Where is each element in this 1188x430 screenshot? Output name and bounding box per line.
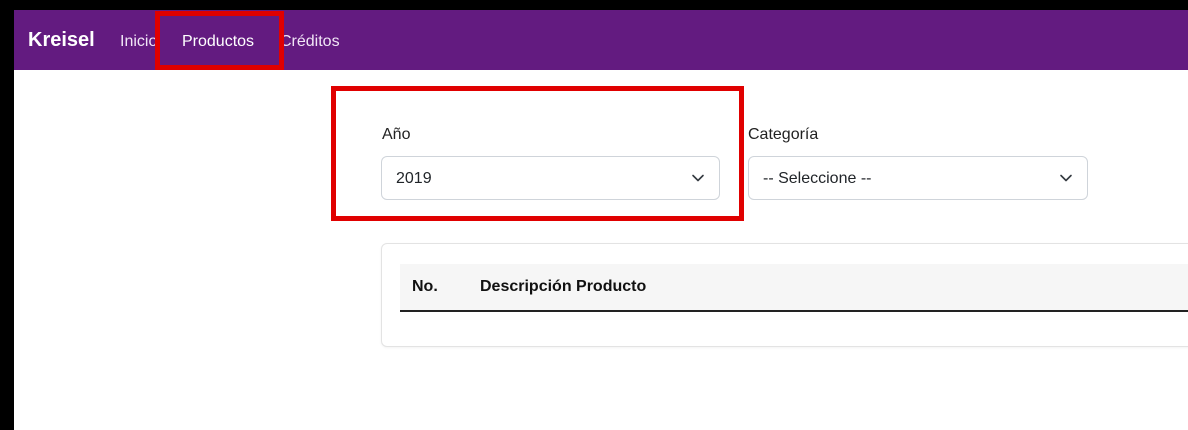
screenshot-border-left [0,0,14,430]
category-label: Categoría [748,126,819,143]
column-header-no: No. [412,278,438,295]
top-navbar: Kreisel Inicio Productos Créditos [14,10,1188,70]
products-card: No. Descripción Producto [381,243,1188,347]
chevron-down-icon [1060,174,1072,182]
category-select[interactable]: -- Seleccione -- [748,156,1088,200]
nav-item-creditos[interactable]: Créditos [280,33,340,51]
year-select[interactable]: 2019 [381,156,720,200]
year-select-value: 2019 [396,170,432,187]
chevron-down-icon [692,174,704,182]
table-header: No. Descripción Producto [400,264,1188,312]
nav-item-productos[interactable]: Productos [182,33,254,51]
nav-item-inicio[interactable]: Inicio [120,33,164,51]
column-header-descripcion: Descripción Producto [480,278,647,295]
year-label: Año [382,126,411,143]
highlight-box-year [331,86,744,221]
brand-logo[interactable]: Kreisel [28,29,95,52]
category-select-value: -- Seleccione -- [763,170,872,187]
screenshot-border-top [0,0,1188,10]
